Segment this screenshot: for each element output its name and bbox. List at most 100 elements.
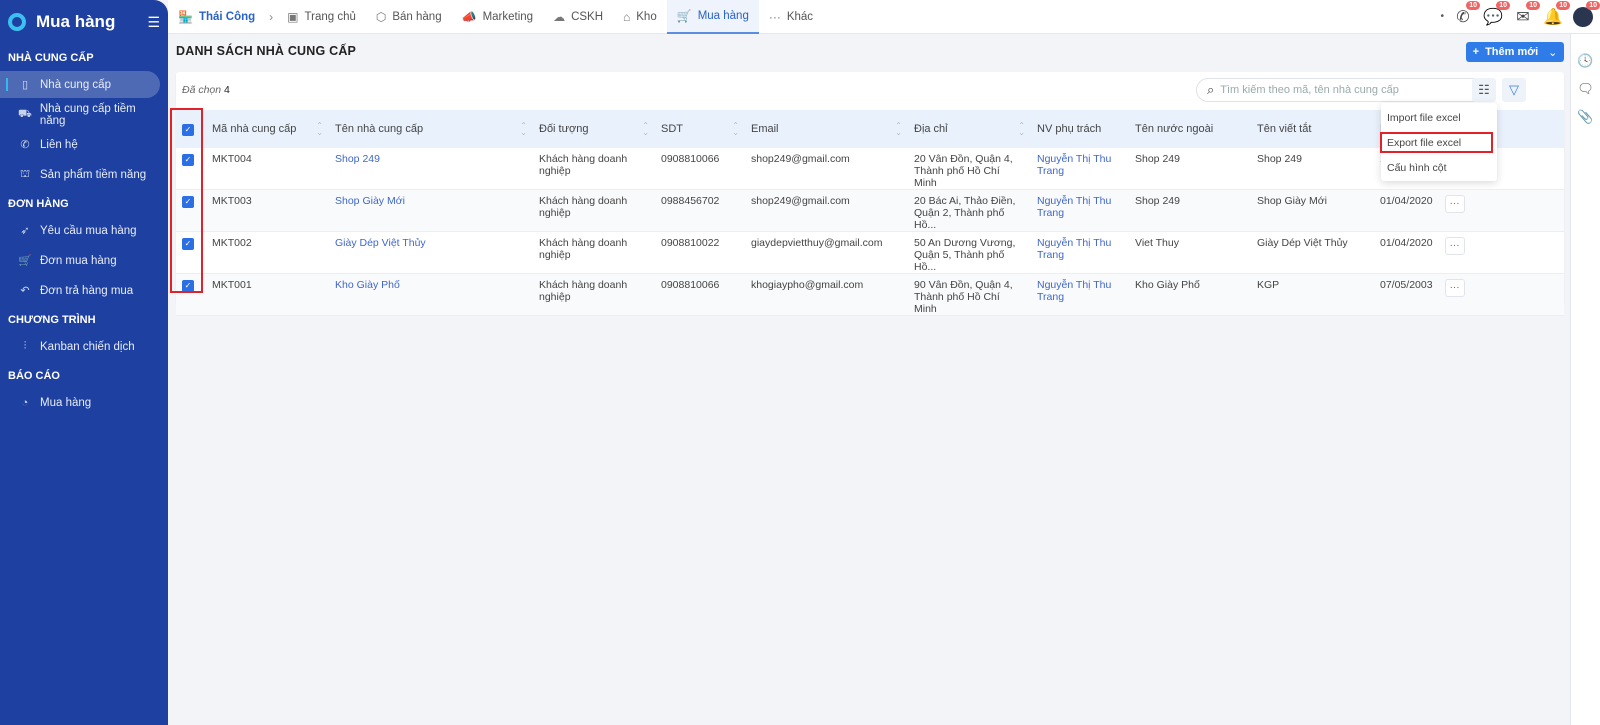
sidebar-item[interactable]: ⛫ Sản phẩm tiềm năng <box>0 161 160 188</box>
row-checkbox[interactable]: ✓ <box>182 238 194 250</box>
app-logo-icon <box>8 13 26 31</box>
supplier-list-card: Đã chọn 4 ⌕ ☷ ▽ ✓Mã nhà cung cấp⌃⌄Tên nh… <box>176 72 1564 316</box>
cell-phone: 0908810066 <box>655 273 745 316</box>
row-checkbox[interactable]: ✓ <box>182 280 194 292</box>
phone-icon: ✆ <box>1456 8 1470 26</box>
staff-value[interactable]: Nguyễn Thị Thu Trang <box>1037 279 1111 303</box>
sidebar-item-label: Mua hàng <box>40 396 92 409</box>
sidebar-item-label: Kanban chiến dịch <box>40 340 135 353</box>
staff-value[interactable]: Nguyễn Thị Thu Trang <box>1037 237 1111 261</box>
cell-address: 20 Vân Đồn, Quận 4, Thành phố Hồ Chí Min… <box>908 148 1031 190</box>
row-more-button[interactable]: ··· <box>1444 237 1465 255</box>
phone-value: 0908810022 <box>661 237 720 249</box>
mail-button[interactable]: ✉ 10 <box>1512 0 1540 28</box>
cell-name: Giày Dép Việt Thủy <box>329 231 533 274</box>
nav-tab[interactable]: 📣 Marketing <box>452 0 543 34</box>
row-checkbox[interactable]: ✓ <box>182 196 194 208</box>
truck-icon: ⛟ <box>18 107 32 120</box>
staff-value[interactable]: Nguyễn Thị Thu Trang <box>1037 153 1111 177</box>
email-value: khogiaypho@gmail.com <box>751 279 864 291</box>
cell-name: Kho Giày Phố <box>329 273 533 316</box>
sidebar-item[interactable]: ↶ Đơn trả hàng mua <box>0 277 160 304</box>
nav-tab[interactable]: ▣ Trang chủ <box>277 0 366 34</box>
nav-tab[interactable]: ··· Khác <box>759 0 823 34</box>
name-value[interactable]: Shop Giày Mới <box>335 195 405 207</box>
sidebar-item[interactable]: ✆ Liên hệ <box>0 131 160 158</box>
sidebar-item[interactable]: ⛟ Nhà cung cấp tiềm năng <box>0 101 160 128</box>
table-row[interactable]: ✓ MKT002 Giày Dép Việt Thủy Khách hàng doan… <box>176 231 1564 274</box>
phone-value: 0908810066 <box>661 153 720 165</box>
column-header[interactable]: Tên nhà cung cấp ⌃ ⌄ <box>329 110 533 148</box>
column-header-label: Địa chỉ <box>914 123 948 135</box>
staff-value[interactable]: Nguyễn Thị Thu Trang <box>1037 195 1111 219</box>
cell-code: MKT002 <box>206 231 329 274</box>
comment-icon[interactable]: 🗨 <box>1571 76 1600 102</box>
sort-icon[interactable]: ⌃ ⌄ <box>895 122 902 137</box>
column-header[interactable]: Tên viết tắt <box>1251 110 1374 148</box>
column-header[interactable]: Email ⌃ ⌄ <box>745 110 908 148</box>
column-header-label: Tên nước ngoài <box>1135 123 1214 135</box>
nav-tab[interactable]: ☁ CSKH <box>543 0 613 34</box>
select-all-checkbox[interactable]: ✓ <box>182 123 194 136</box>
phone-badge: 10 <box>1466 0 1480 10</box>
cell-name: Shop 249 <box>329 148 533 190</box>
menu-item[interactable]: Import file excel <box>1381 105 1497 130</box>
cell-phone: 0908810066 <box>655 148 745 190</box>
menu-item[interactable]: Cấu hình cột <box>1381 155 1497 180</box>
phone-button[interactable]: ✆ 10 <box>1452 0 1480 28</box>
add-new-button[interactable]: + Thêm mới ⌄ <box>1466 42 1564 62</box>
filter-button[interactable]: ▽ <box>1502 78 1526 102</box>
table-row[interactable]: ✓ MKT003 Shop Giày Mới Khách hàng doanh ngh… <box>176 189 1564 232</box>
chat-button[interactable]: 💬 10 <box>1482 0 1510 28</box>
brand-link[interactable]: 🏪 Thái Công <box>168 0 265 34</box>
sort-icon[interactable]: ⌃ ⌄ <box>520 122 527 137</box>
search-input[interactable] <box>1220 84 1461 96</box>
sidebar-item-label: Nhà cung cấp tiềm năng <box>39 102 136 127</box>
sidebar-item-label: Liên hệ <box>40 138 78 151</box>
nav-tab[interactable]: 🛒 Mua hàng <box>666 0 759 34</box>
row-more-button[interactable]: ··· <box>1444 195 1465 213</box>
column-header[interactable]: NV phụ trách <box>1031 110 1129 148</box>
name-value[interactable]: Giày Dép Việt Thủy <box>335 237 426 249</box>
chevron-down-icon[interactable]: ⌄ <box>1548 46 1557 59</box>
menu-item[interactable]: Export file excel <box>1381 130 1497 155</box>
sidebar-item[interactable]: ◔ Mua hàng <box>0 389 160 416</box>
notification-button[interactable]: 🔔 10 <box>1542 0 1570 28</box>
sidebar-item[interactable]: ⫶ Kanban chiến dịch <box>0 333 160 360</box>
sort-icon[interactable]: ⌃ ⌄ <box>642 122 649 137</box>
row-checkbox[interactable]: ✓ <box>182 154 194 166</box>
name-value[interactable]: Shop 249 <box>335 153 380 165</box>
home-grid-icon: ▣ <box>287 9 299 24</box>
menu-toggle-icon[interactable]: ☰ <box>147 14 160 31</box>
email-value: giaydepvietthuy@gmail.com <box>751 237 883 249</box>
column-header-label: Đối tượng <box>539 123 589 135</box>
column-settings-button[interactable]: ☷ <box>1472 78 1496 102</box>
column-header[interactable]: Đối tượng ⌃ ⌄ <box>533 110 655 148</box>
sort-icon[interactable]: ⌃ ⌄ <box>316 122 323 137</box>
column-header[interactable]: Tên nước ngoài <box>1129 110 1251 148</box>
page-title: DANH SÁCH NHÀ CUNG CẤP <box>176 44 357 58</box>
sidebar-item[interactable]: 🛒 Đơn mua hàng <box>0 247 160 274</box>
column-header[interactable]: SDT ⌃ ⌄ <box>655 110 745 148</box>
table-row[interactable]: ✓ MKT004 Shop 249 Khách hàng doanh nghiệp 09… <box>176 148 1564 190</box>
row-select-cell: ✓ <box>176 189 206 232</box>
history-icon[interactable]: 🕓 <box>1571 48 1600 74</box>
column-header[interactable]: Mã nhà cung cấp ⌃ ⌄ <box>206 110 329 148</box>
nav-tab-label: Mua hàng <box>697 9 749 22</box>
nav-tab[interactable]: ⌂ Kho <box>613 0 667 34</box>
avatar-button[interactable]: 10 <box>1572 0 1600 28</box>
sidebar-item[interactable]: ➶ Yêu cầu mua hàng <box>0 217 160 244</box>
sidebar-item[interactable]: ▯ Nhà cung cấp <box>0 71 160 98</box>
attachment-icon[interactable]: 📎 <box>1571 104 1600 130</box>
row-more-button[interactable]: ··· <box>1444 279 1465 297</box>
nav-tab[interactable]: ⬡ Bán hàng <box>366 0 452 34</box>
column-header[interactable]: Địa chỉ ⌃ ⌄ <box>908 110 1031 148</box>
name-value[interactable]: Kho Giày Phố <box>335 279 400 291</box>
cell-email: shop249@gmail.com <box>745 148 908 190</box>
table-row[interactable]: ✓ MKT001 Kho Giày Phố Khách hàng doanh nghi… <box>176 273 1564 316</box>
search-box[interactable]: ⌕ <box>1196 78 1492 102</box>
sort-icon[interactable]: ⌃ ⌄ <box>732 122 739 137</box>
nav-tab-label: Kho <box>636 10 657 23</box>
sort-icon[interactable]: ⌃ ⌄ <box>1018 122 1025 137</box>
cell-staff: Nguyễn Thị Thu Trang <box>1031 189 1129 232</box>
